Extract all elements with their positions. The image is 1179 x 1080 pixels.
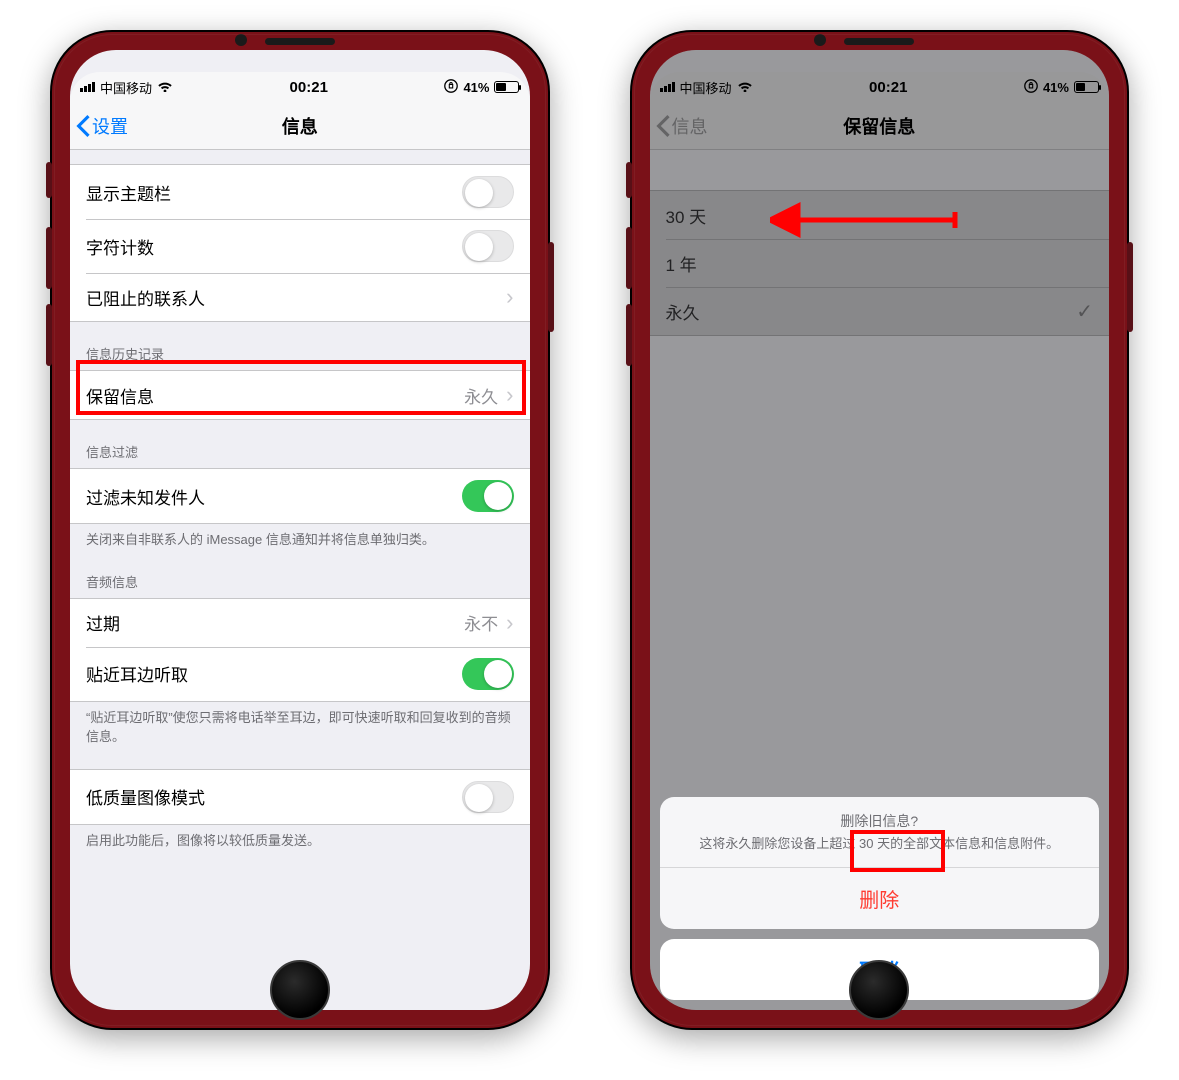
row-label: 字符计数 [86,234,154,259]
row-value: 永久 [464,383,498,408]
row-keep-messages[interactable]: 保留信息 永久 › [70,371,530,419]
back-label: 设置 [92,113,128,139]
action-sheet-backdrop[interactable]: 删除旧信息? 这将永久删除您设备上超过 30 天的全部文本信息和信息附件。 删除… [650,50,1110,1010]
toggle-raise-listen[interactable] [462,658,514,690]
battery-icon [494,81,519,93]
row-label: 保留信息 [86,383,154,408]
row-value: 永不 [464,610,498,635]
orientation-lock-icon [444,79,458,96]
toggle-filter-unknown[interactable] [462,480,514,512]
section-header-filter: 信息过滤 [70,420,530,468]
clock: 00:21 [290,79,328,96]
toggle-show-subject[interactable] [462,176,514,208]
row-label: 贴近耳边听取 [86,661,188,686]
chevron-right-icon: › [506,286,513,308]
home-button[interactable] [270,960,330,1020]
phone-keep-messages: 中国移动 00:21 41% 信息 [630,30,1130,1030]
section-footer-lowq: 启用此功能后，图像将以较低质量发送。 [70,825,530,871]
row-label: 显示主题栏 [86,180,171,205]
wifi-icon [157,80,173,94]
delete-label: 删除 [859,890,899,912]
chevron-right-icon: › [506,384,513,406]
sheet-description: 这将永久删除您设备上超过 30 天的全部文本信息和信息附件。 [678,835,1082,853]
home-button[interactable] [849,960,909,1020]
row-filter-unknown[interactable]: 过滤未知发件人 [70,469,530,523]
section-header-audio: 音频信息 [70,550,530,598]
delete-button[interactable]: 删除 [660,868,1100,929]
chevron-right-icon: › [506,612,513,634]
page-title: 信息 [282,113,318,139]
row-label: 过滤未知发件人 [86,484,205,509]
signal-icon [80,82,95,92]
section-footer-filter: 关闭来自非联系人的 iMessage 信息通知并将信息单独归类。 [70,524,530,550]
phone-messages-settings: 中国移动 00:21 41% 设置 [50,30,550,1030]
back-button[interactable]: 设置 [76,102,128,149]
battery-percent: 41% [463,80,489,95]
toggle-char-count[interactable] [462,230,514,262]
sheet-title: 删除旧信息? [678,811,1082,831]
row-show-subject[interactable]: 显示主题栏 [70,165,530,219]
carrier-label: 中国移动 [100,78,152,97]
row-expire[interactable]: 过期 永不 › [70,599,530,647]
row-label: 已阻止的联系人 [86,285,205,310]
row-low-quality[interactable]: 低质量图像模式 [70,770,530,824]
section-footer-raise: “贴近耳边听取”使您只需将电话举至耳边，即可快速听取和回复收到的音频信息。 [70,702,530,747]
toggle-low-quality[interactable] [462,781,514,813]
row-char-count[interactable]: 字符计数 [70,219,530,273]
row-blocked-contacts[interactable]: 已阻止的联系人 › [70,273,530,321]
row-label: 过期 [86,610,120,635]
row-raise-listen[interactable]: 贴近耳边听取 [70,647,530,701]
nav-bar: 设置 信息 [70,102,530,150]
section-header-history: 信息历史记录 [70,322,530,370]
status-bar: 中国移动 00:21 41% [70,72,530,102]
row-label: 低质量图像模式 [86,784,205,809]
